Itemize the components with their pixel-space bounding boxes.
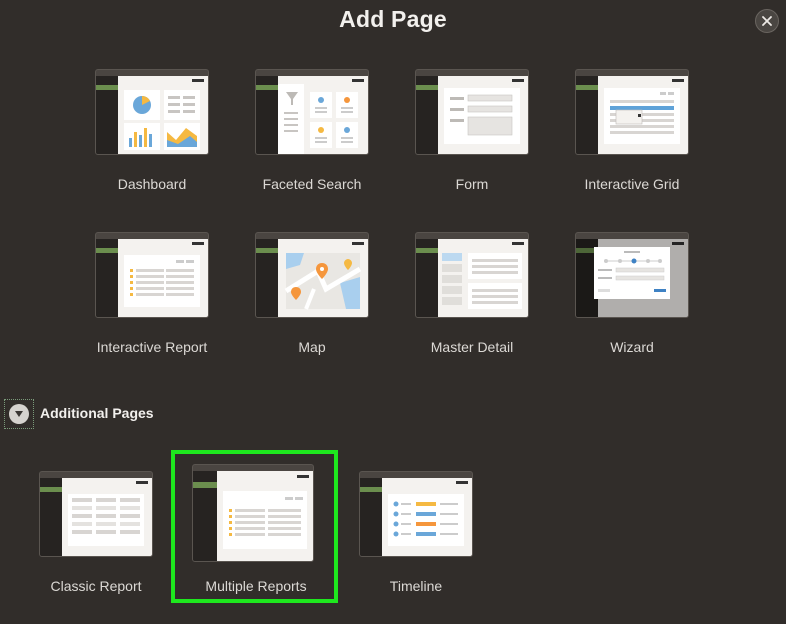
timeline-thumbnail	[359, 471, 473, 557]
tile-label: Master Detail	[430, 339, 514, 355]
master-detail-thumbnail	[415, 232, 529, 318]
interactive-grid-thumbnail	[575, 69, 689, 155]
close-button[interactable]	[755, 9, 779, 33]
tile-label: Classic Report	[50, 578, 142, 594]
additional-pages-toggle[interactable]	[4, 399, 34, 429]
map-thumbnail	[255, 232, 369, 318]
tile-label: Faceted Search	[262, 176, 362, 192]
dialog-title: Add Page	[339, 6, 447, 32]
interactive-report-thumbnail	[95, 232, 209, 318]
dashboard-thumbnail	[95, 69, 209, 155]
chevron-down-icon	[9, 404, 29, 424]
tile-label: Map	[298, 339, 326, 355]
tile-label: Form	[455, 176, 489, 192]
faceted-search-thumbnail	[255, 69, 369, 155]
tile-label: Interactive Report	[96, 339, 208, 355]
close-icon	[762, 16, 772, 26]
classic-report-thumbnail	[39, 471, 153, 557]
form-thumbnail	[415, 69, 529, 155]
tile-label: Dashboard	[117, 176, 187, 192]
selection-highlight	[171, 450, 338, 603]
tile-label: Timeline	[389, 578, 443, 594]
tile-label: Interactive Grid	[584, 176, 680, 192]
additional-pages-label: Additional Pages	[40, 405, 154, 421]
wizard-thumbnail	[575, 232, 689, 318]
tile-label: Wizard	[610, 339, 654, 355]
